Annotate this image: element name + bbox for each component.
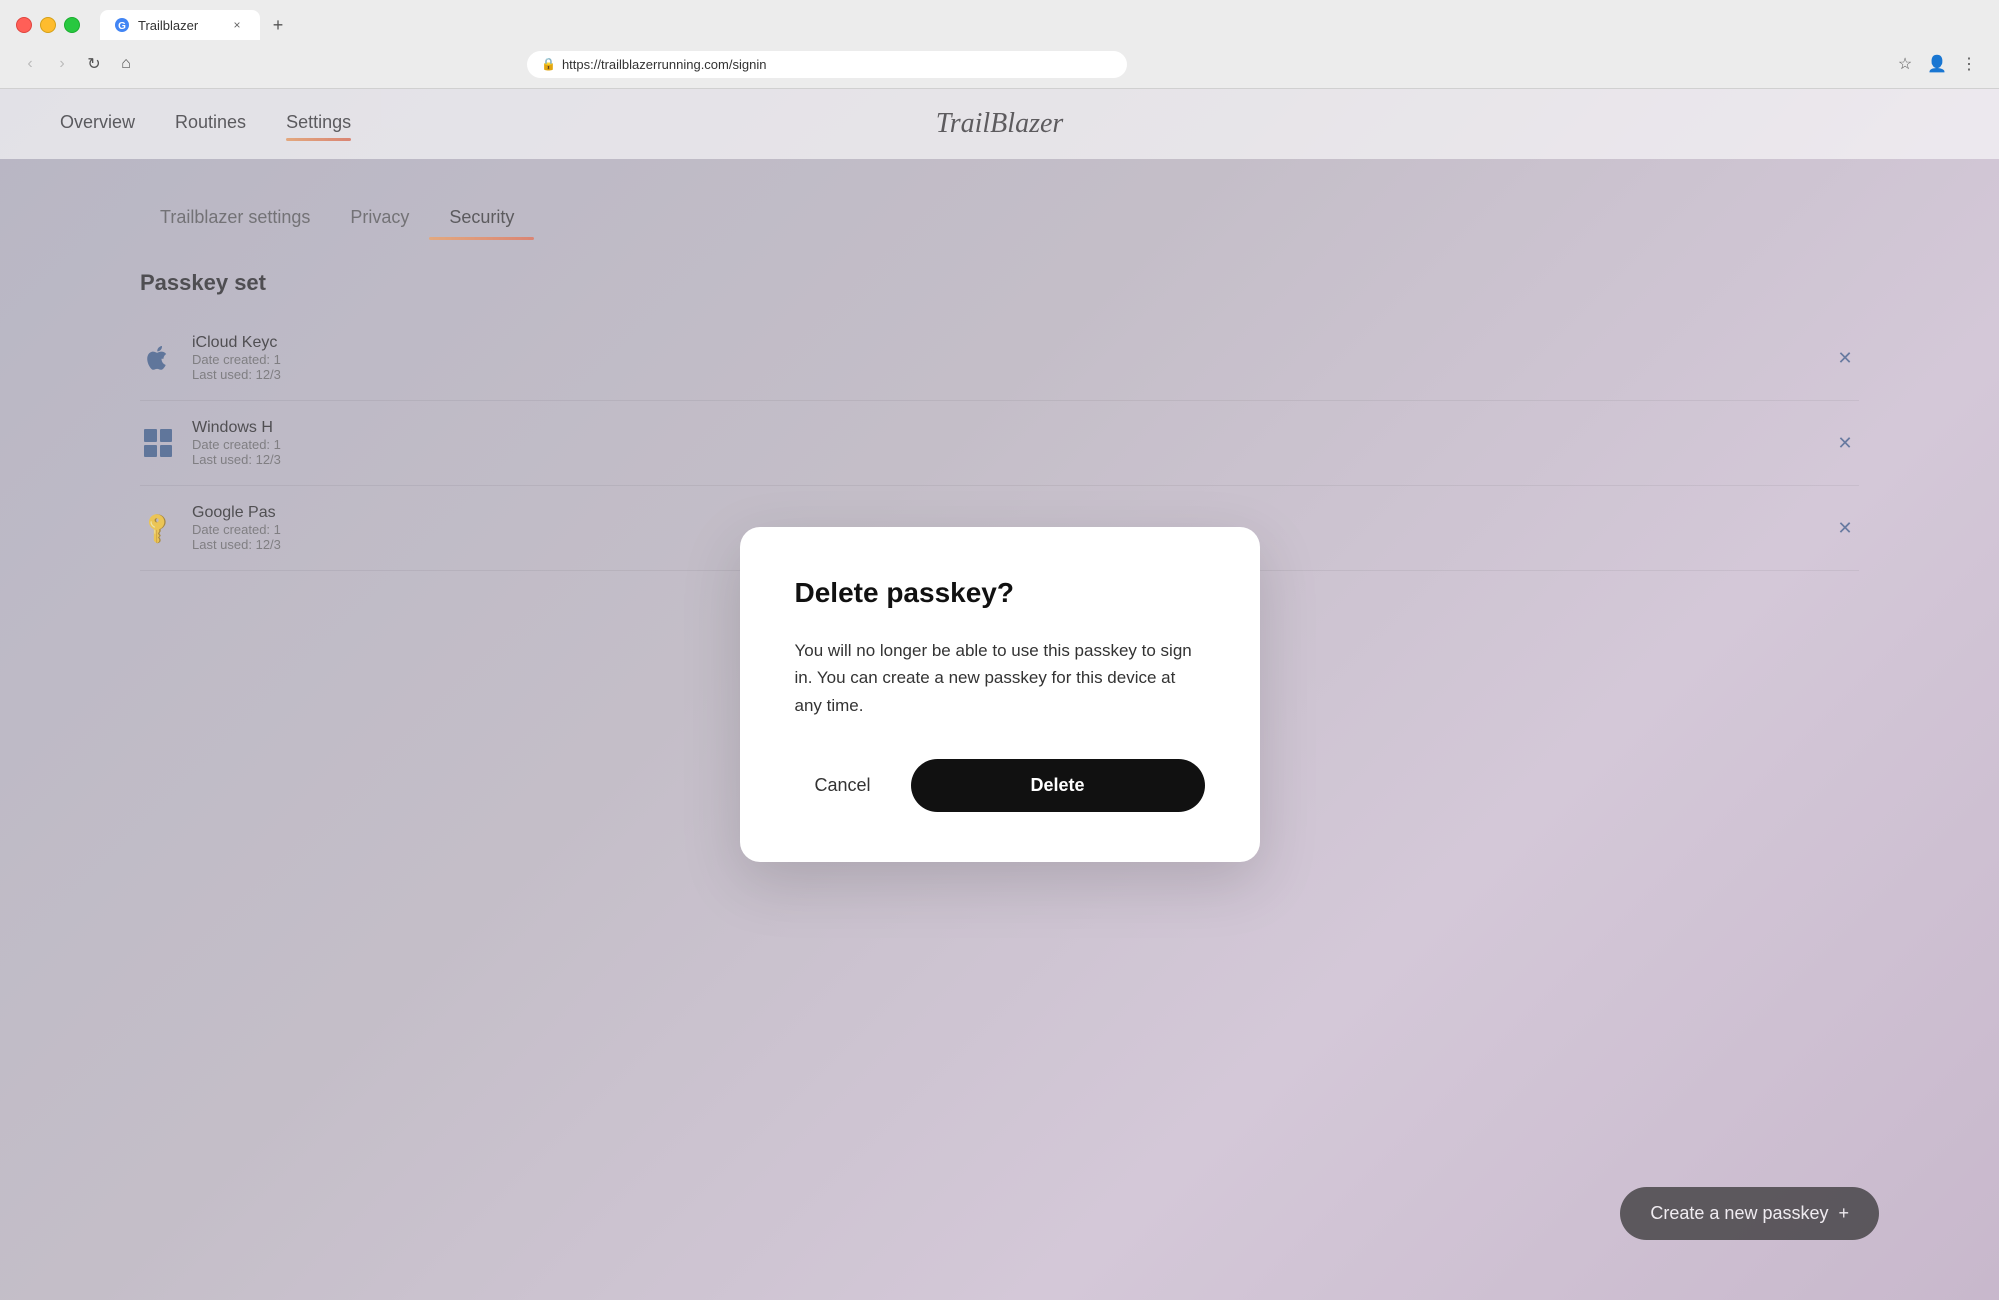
nav-buttons: ‹ › ↻ ⌂ xyxy=(16,50,140,78)
modal-body: You will no longer be able to use this p… xyxy=(795,637,1205,719)
modal-delete-button[interactable]: Delete xyxy=(911,759,1205,812)
titlebar: G Trailblazer × + xyxy=(0,0,1999,46)
tab-bar: G Trailblazer × + xyxy=(100,10,1983,40)
home-button[interactable]: ⌂ xyxy=(112,50,140,78)
address-bar[interactable]: 🔒 https://trailblazerrunning.com/signin xyxy=(527,51,1127,78)
tab-favicon: G xyxy=(114,17,130,33)
refresh-button[interactable]: ↻ xyxy=(80,50,108,78)
menu-button[interactable]: ⋮ xyxy=(1955,50,1983,78)
minimize-window-button[interactable] xyxy=(40,17,56,33)
modal-cancel-button[interactable]: Cancel xyxy=(795,763,891,808)
bookmark-button[interactable]: ☆ xyxy=(1891,50,1919,78)
url-text: https://trailblazerrunning.com/signin xyxy=(562,57,767,72)
modal-overlay: Delete passkey? You will no longer be ab… xyxy=(0,89,1999,1300)
forward-button[interactable]: › xyxy=(48,50,76,78)
modal-actions: Cancel Delete xyxy=(795,759,1205,812)
tab-title: Trailblazer xyxy=(138,18,198,33)
modal-title: Delete passkey? xyxy=(795,577,1205,609)
traffic-lights xyxy=(16,17,80,33)
close-window-button[interactable] xyxy=(16,17,32,33)
new-tab-button[interactable]: + xyxy=(264,11,292,39)
browser-chrome: G Trailblazer × + ‹ › ↻ ⌂ 🔒 https://trai… xyxy=(0,0,1999,89)
maximize-window-button[interactable] xyxy=(64,17,80,33)
profile-button[interactable]: 👤 xyxy=(1923,50,1951,78)
page-content: Overview Routines Settings TrailBlazer T… xyxy=(0,89,1999,1300)
delete-passkey-modal: Delete passkey? You will no longer be ab… xyxy=(740,527,1260,862)
addressbar: ‹ › ↻ ⌂ 🔒 https://trailblazerrunning.com… xyxy=(0,46,1999,88)
tab-close-button[interactable]: × xyxy=(228,16,246,34)
lock-icon: 🔒 xyxy=(541,57,556,71)
svg-text:G: G xyxy=(118,21,126,32)
back-button[interactable]: ‹ xyxy=(16,50,44,78)
browser-tab-active[interactable]: G Trailblazer × xyxy=(100,10,260,40)
browser-actions: ☆ 👤 ⋮ xyxy=(1891,50,1983,78)
